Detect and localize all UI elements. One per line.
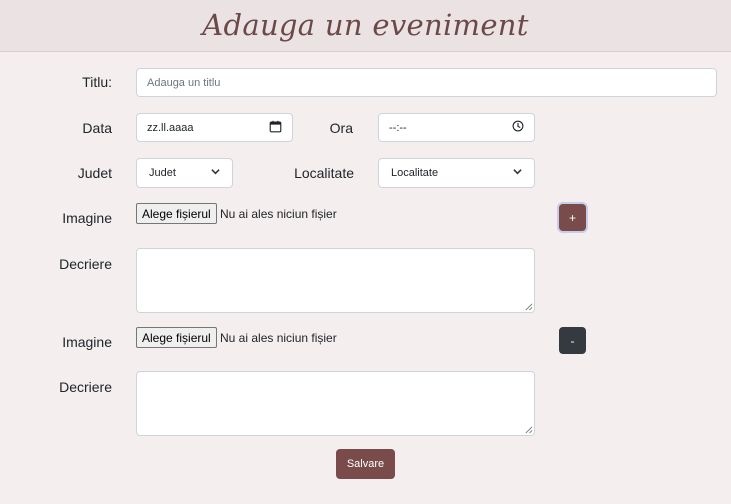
add-image-button[interactable]: + [559, 204, 586, 231]
choose-file-button[interactable]: Alege fișierul [136, 327, 217, 348]
description-label: Decriere [59, 379, 112, 395]
calendar-icon[interactable] [269, 120, 282, 136]
file-status: Nu ai ales niciun fișier [220, 331, 337, 345]
image-label: Imagine [62, 334, 112, 350]
description-textarea[interactable] [136, 371, 535, 436]
time-input[interactable]: --:-- [378, 113, 535, 142]
title-label: Titlu: [82, 74, 112, 90]
chevron-down-icon [513, 167, 522, 179]
remove-image-button[interactable]: - [559, 327, 586, 354]
date-placeholder: zz.ll.aaaa [147, 121, 194, 134]
choose-file-button[interactable]: Alege fișierul [136, 203, 217, 224]
time-label: Ora [329, 120, 353, 136]
file-status: Nu ai ales niciun fișier [220, 207, 337, 221]
description-label: Decriere [59, 256, 112, 272]
time-placeholder: --:-- [389, 121, 407, 134]
resize-handle[interactable] [524, 425, 533, 434]
description-textarea[interactable] [136, 248, 535, 313]
title-placeholder: Adauga un titlu [147, 76, 221, 89]
clock-icon[interactable] [512, 120, 524, 135]
locality-select[interactable]: Localitate [378, 158, 535, 188]
date-label: Data [82, 120, 112, 136]
locality-value: Localitate [391, 167, 439, 179]
date-input[interactable]: zz.ll.aaaa [136, 113, 293, 142]
image-label: Imagine [62, 210, 112, 226]
chevron-down-icon [211, 167, 220, 179]
county-value: Judet [149, 167, 176, 179]
page-header: Adauga un eveniment [0, 0, 731, 52]
save-button[interactable]: Salvare [336, 449, 395, 479]
county-label: Judet [77, 165, 112, 181]
county-select[interactable]: Judet [136, 158, 233, 188]
title-input[interactable]: Adauga un titlu [136, 68, 717, 97]
page-title: Adauga un eveniment [202, 8, 529, 42]
locality-label: Localitate [294, 165, 354, 181]
resize-handle[interactable] [524, 302, 533, 311]
